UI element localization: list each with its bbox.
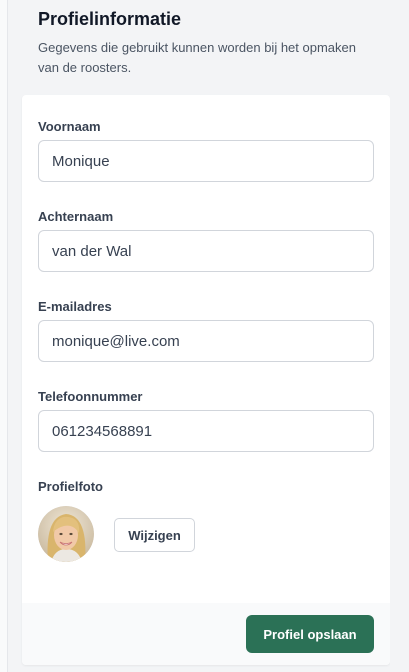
email-value: monique@live.com (52, 332, 180, 350)
last-name-field: Achternaam van der Wal (38, 209, 374, 272)
section-description: Gegevens die gebruikt kunnen worden bij … (38, 40, 356, 75)
page: Profielinformatie Gegevens die gebruikt … (0, 0, 409, 672)
phone-label: Telefoonnummer (38, 389, 143, 404)
profile-photo-label: Profielfoto (38, 479, 103, 494)
profile-photo-field: Profielfoto Wijzigen (38, 479, 374, 569)
section-header: Profielinformatie Gegevens die gebruikt … (38, 8, 378, 78)
email-input[interactable]: monique@live.com (38, 320, 374, 362)
last-name-value: van der Wal (52, 242, 132, 260)
avatar (38, 506, 94, 562)
phone-value: 061234568891 (52, 422, 153, 440)
last-name-label: Achternaam (38, 209, 114, 224)
first-name-field: Voornaam Monique (38, 119, 374, 182)
form-footer: Profiel opslaan (22, 603, 390, 665)
email-field: E-mailadres monique@live.com (38, 299, 374, 362)
first-name-label: Voornaam (38, 119, 101, 134)
avatar-image (38, 506, 94, 562)
section-title: Profielinformatie (38, 9, 182, 29)
save-profile-button[interactable]: Profiel opslaan (246, 615, 374, 653)
change-photo-button[interactable]: Wijzigen (114, 518, 195, 552)
last-name-input[interactable]: van der Wal (38, 230, 374, 272)
right-gutter (390, 0, 409, 672)
left-edge-divider (0, 0, 8, 672)
first-name-value: Monique (52, 152, 110, 170)
first-name-input[interactable]: Monique (38, 140, 374, 182)
email-label: E-mailadres (38, 299, 112, 314)
phone-input[interactable]: 061234568891 (38, 410, 374, 452)
profile-form-card: Voornaam Monique Achternaam van der Wal … (22, 95, 390, 665)
phone-field: Telefoonnummer 061234568891 (38, 389, 374, 452)
